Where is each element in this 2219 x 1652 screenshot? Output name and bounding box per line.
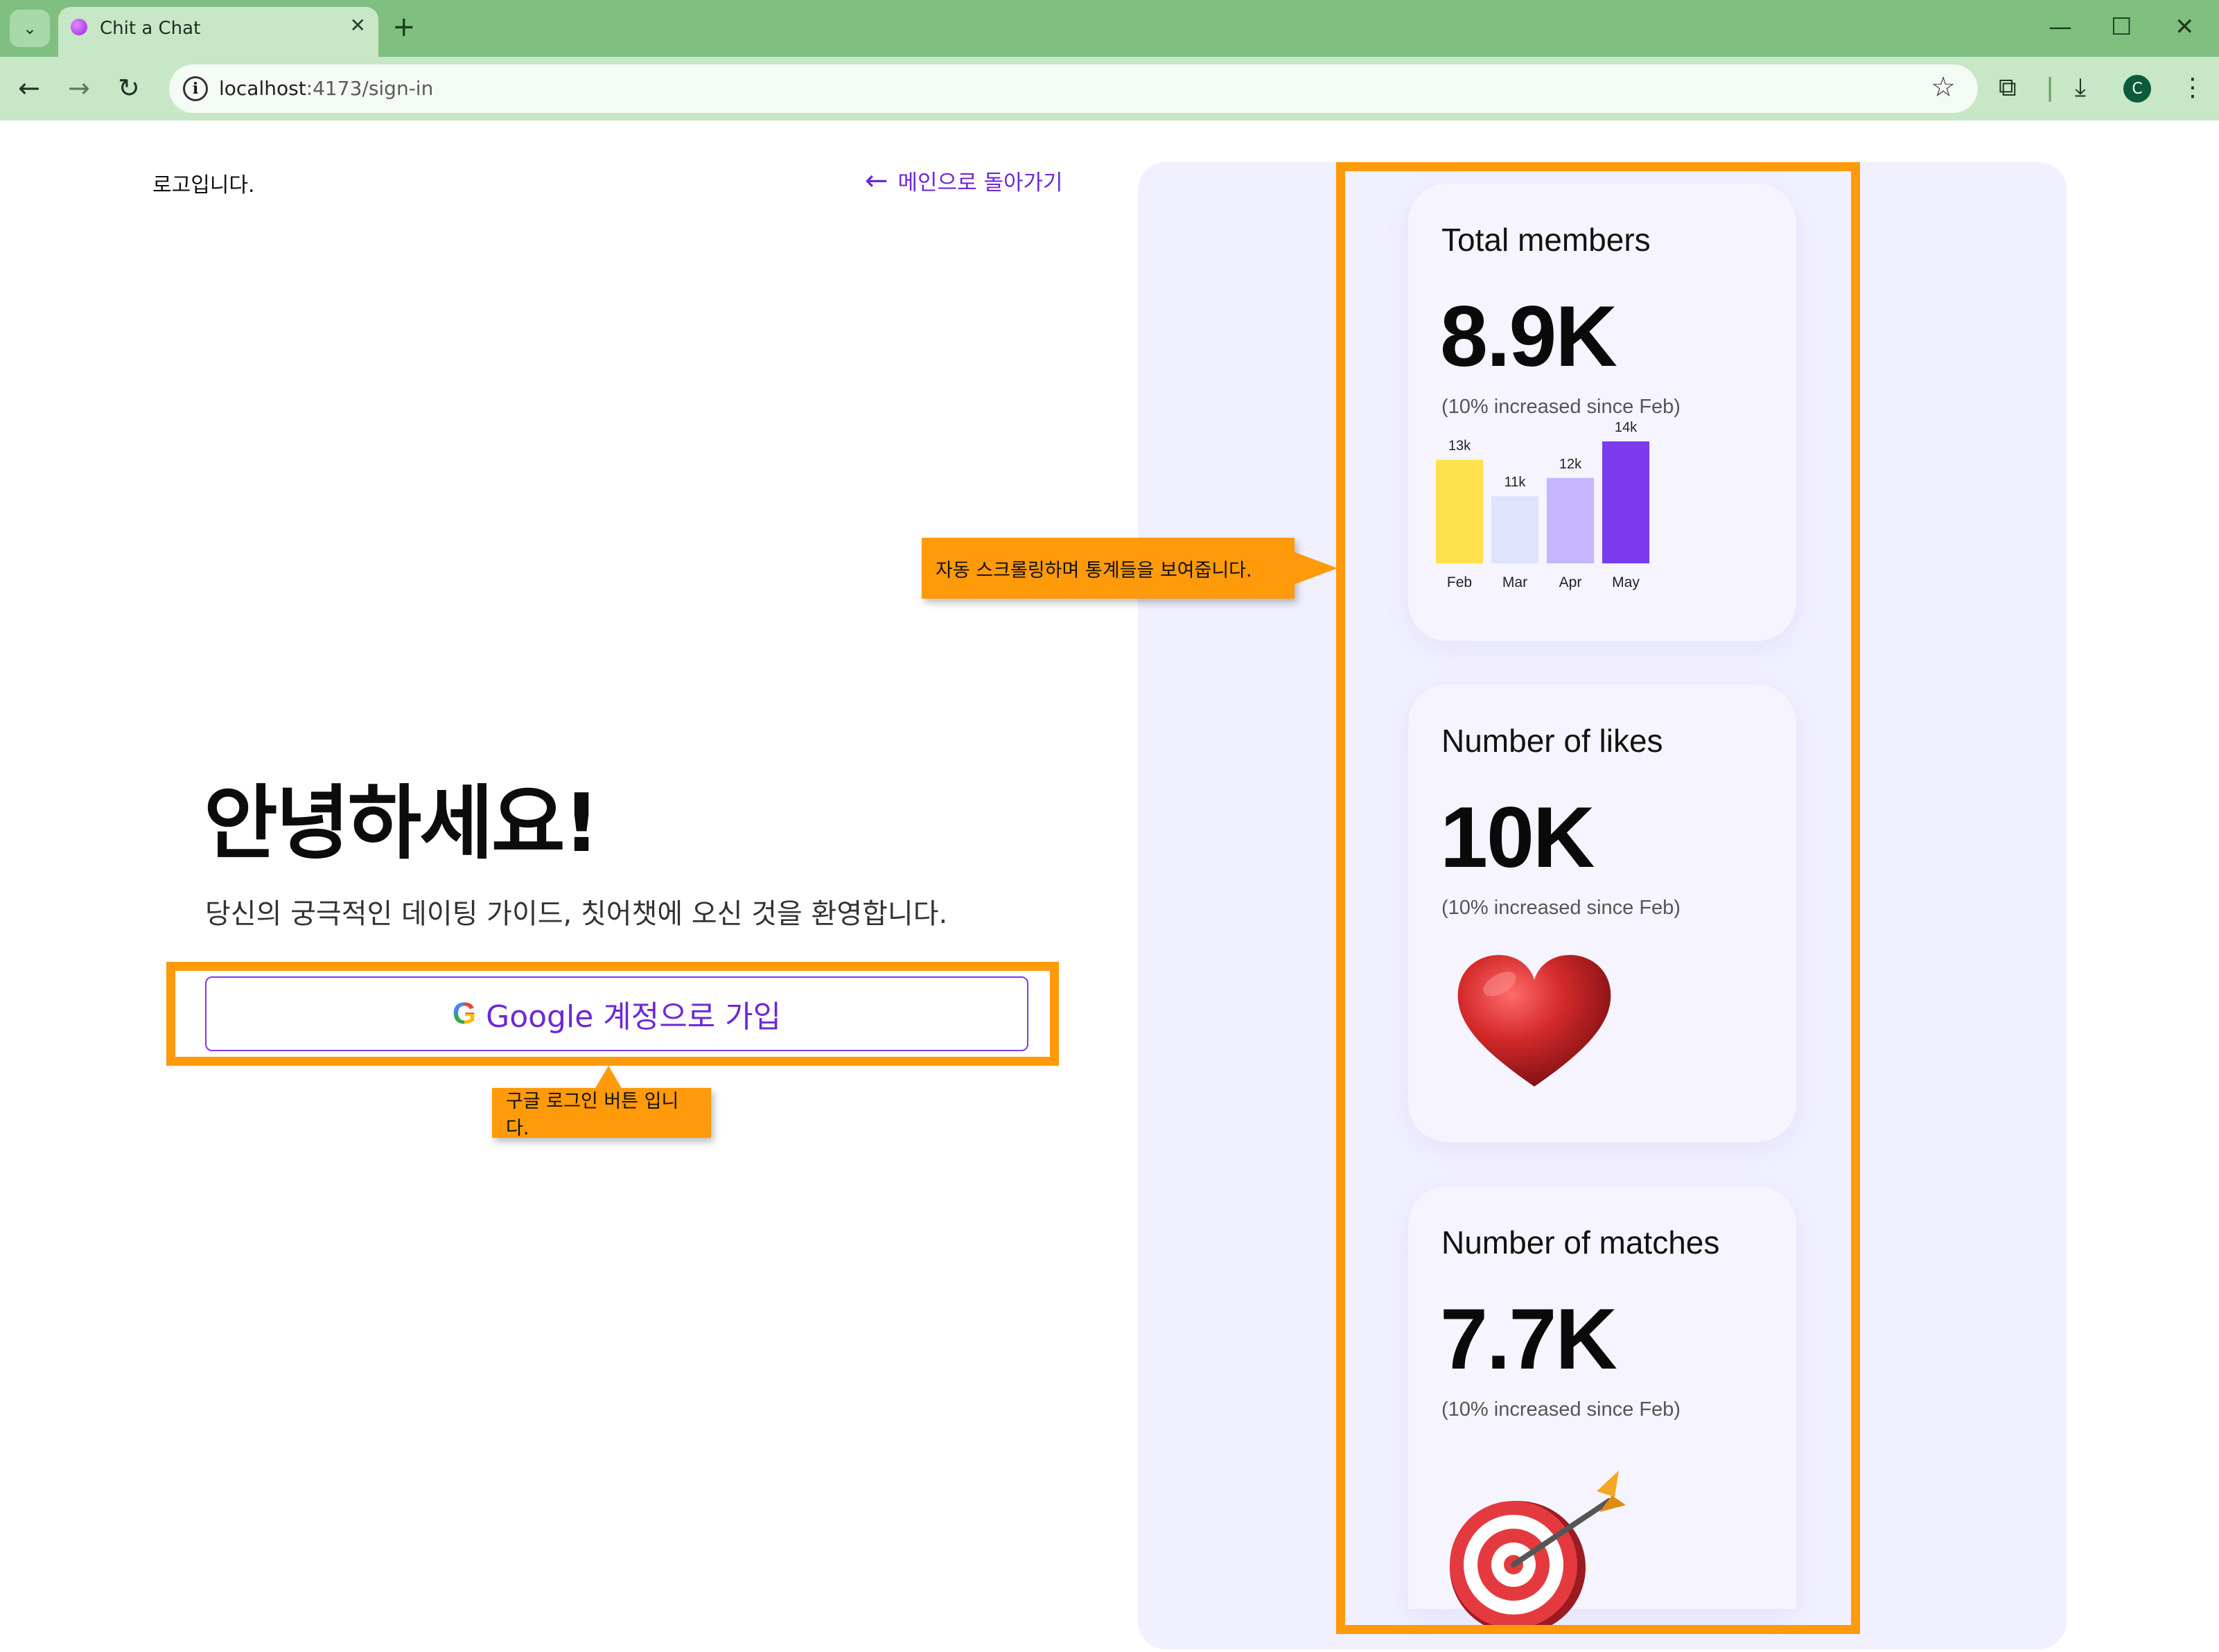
browser-tab[interactable]: Chit a Chat ✕ [58,7,378,57]
annotation-stats-note: 자동 스크롤링하며 통계들을 보여줍니다. [922,538,1295,599]
maximize-icon[interactable]: ☐ [2111,10,2132,44]
sign-in-page: 로고입니다. ← 메인으로 돌아가기 안녕하세요! 당신의 궁극적인 데이팅 가… [0,121,2219,1652]
logo-placeholder: 로고입니다. [152,173,255,197]
annotation-button-note: 구글 로그인 버튼 입니다. [492,1088,711,1139]
new-tab-button[interactable]: + [392,10,416,44]
tab-search-chevron-icon[interactable]: ⌄ [10,10,50,47]
annotation-stats-text: 자동 스크롤링하며 통계들을 보여줍니다. [936,559,1252,581]
minimize-icon[interactable]: — [2049,10,2072,44]
address-input[interactable]: i localhost:4173/sign-in ☆ [169,64,1978,113]
url-text: localhost:4173/sign-in [219,77,434,100]
menu-kebab-icon[interactable]: ⋮ [2180,72,2205,104]
tab-title: Chit a Chat [100,18,201,39]
back-icon[interactable]: ← [18,72,40,104]
extensions-icon[interactable]: ⧉ [1999,72,2017,104]
annotation-button-box [166,962,1059,1066]
window-close-icon[interactable]: ✕ [2175,10,2195,44]
site-info-icon[interactable]: i [183,76,208,101]
tab-close-icon[interactable]: ✕ [350,14,366,37]
annotation-stats-pointer [1293,552,1337,585]
bookmark-star-icon[interactable]: ☆ [1931,71,1956,103]
arrow-left-icon: ← [865,164,888,197]
download-icon[interactable]: ⤓ [2075,72,2086,104]
hero-title: 안녕하세요! [204,777,600,870]
back-to-main-label: 메인으로 돌아가기 [897,170,1063,195]
address-bar-row: ← → ↻ i localhost:4173/sign-in ☆ ⧉ | ⤓ C… [0,57,2219,121]
toolbar-divider: | [2046,73,2055,102]
profile-avatar[interactable]: C [2123,75,2151,103]
reload-icon[interactable]: ↻ [118,72,140,104]
annotation-stats-box [1336,162,1860,1634]
forward-icon[interactable]: → [68,72,90,104]
annotation-button-text: 구글 로그인 버튼 입니다. [506,1091,679,1139]
favicon-icon [71,19,87,35]
hero-subtitle: 당신의 궁극적인 데이팅 가이드, 칫어챗에 오신 것을 환영합니다. [205,898,948,930]
browser-tab-bar: ⌄ Chit a Chat ✕ + — ☐ ✕ [0,0,2219,57]
annotation-button-pointer [595,1066,622,1089]
back-to-main-link[interactable]: ← 메인으로 돌아가기 [865,165,1063,196]
